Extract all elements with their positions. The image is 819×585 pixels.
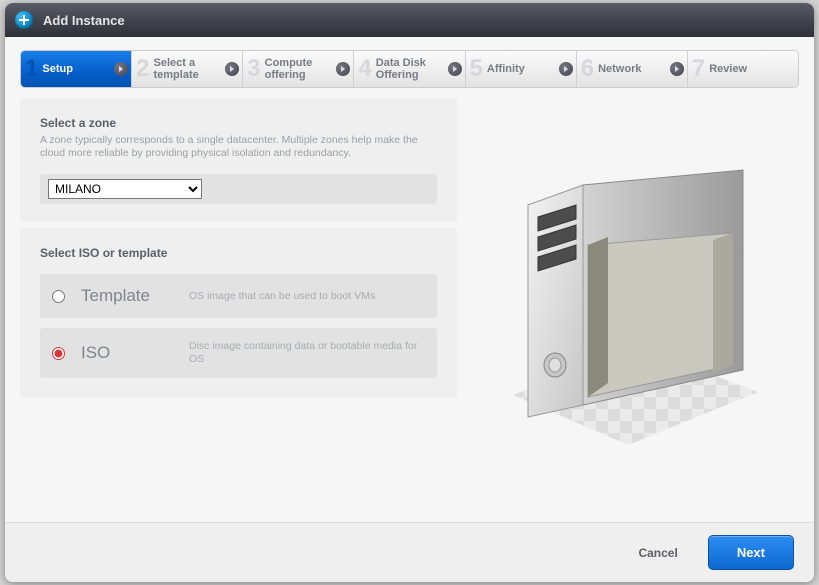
template-radio[interactable] <box>52 290 65 303</box>
next-button[interactable]: Next <box>708 535 794 570</box>
radio-label: Template <box>81 286 189 306</box>
step-review[interactable]: 7 Review <box>688 51 798 87</box>
zone-select[interactable]: MILANO <box>48 179 202 199</box>
step-network[interactable]: 6 Network <box>577 51 688 87</box>
step-compute-offering[interactable]: 3 Compute offering <box>243 51 354 87</box>
source-panel: Select ISO or template Template OS image… <box>20 228 457 398</box>
step-data-disk-offering[interactable]: 4 Data Disk Offering <box>354 51 465 87</box>
radio-desc: OS image that can be used to boot VMs <box>189 290 425 303</box>
step-number: 2 <box>136 55 149 83</box>
chevron-right-icon <box>114 62 128 76</box>
step-number: 7 <box>692 55 705 83</box>
left-column: Select a zone A zone typically correspon… <box>20 98 457 512</box>
cancel-button[interactable]: Cancel <box>638 546 677 560</box>
dialog-body: 1 Setup 2 Select a template 3 Compute of… <box>5 37 814 522</box>
plus-icon <box>15 11 33 29</box>
radio-row-iso[interactable]: ISO Disc image containing data or bootab… <box>40 328 437 378</box>
dialog-title: Add Instance <box>43 13 125 28</box>
zone-panel-title: Select a zone <box>40 116 437 130</box>
zone-panel-desc: A zone typically corresponds to a single… <box>40 134 437 160</box>
step-affinity[interactable]: 5 Affinity <box>466 51 577 87</box>
radio-row-template[interactable]: Template OS image that can be used to bo… <box>40 274 437 318</box>
step-number: 3 <box>247 55 260 83</box>
step-number: 4 <box>358 55 371 83</box>
title-bar: Add Instance <box>5 3 814 37</box>
step-select-template[interactable]: 2 Select a template <box>132 51 243 87</box>
server-illustration <box>488 145 768 465</box>
step-number: 5 <box>470 55 483 83</box>
step-label: Setup <box>42 63 73 75</box>
step-number: 6 <box>581 55 594 83</box>
source-panel-title: Select ISO or template <box>40 246 437 260</box>
step-setup[interactable]: 1 Setup <box>21 51 132 87</box>
dialog-footer: Cancel Next <box>5 522 814 582</box>
chevron-right-icon <box>670 62 684 76</box>
wizard-steps: 1 Setup 2 Select a template 3 Compute of… <box>20 50 799 88</box>
add-instance-dialog: Add Instance 1 Setup 2 Select a template… <box>5 3 814 582</box>
zone-select-row: MILANO <box>40 174 437 204</box>
chevron-right-icon <box>559 62 573 76</box>
chevron-right-icon <box>448 62 462 76</box>
iso-radio[interactable] <box>52 347 65 360</box>
radio-desc: Disc image containing data or bootable m… <box>189 340 425 366</box>
zone-panel: Select a zone A zone typically correspon… <box>20 98 457 222</box>
content-row: Select a zone A zone typically correspon… <box>20 98 799 512</box>
step-label: Network <box>598 63 641 75</box>
radio-label: ISO <box>81 343 189 363</box>
step-number: 1 <box>25 55 38 83</box>
right-column <box>457 98 799 512</box>
step-label: Affinity <box>487 63 525 75</box>
step-label: Review <box>709 63 747 75</box>
